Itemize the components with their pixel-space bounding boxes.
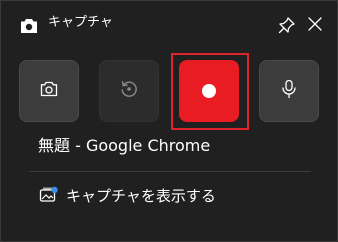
window-title: キャプチャ — [48, 15, 113, 30]
pin-icon[interactable] — [277, 15, 297, 35]
capture-target-window[interactable]: 無題 - Google Chrome — [38, 135, 210, 157]
divider — [29, 171, 311, 172]
title-bar: キャプチャ — [1, 1, 337, 45]
capture-panel: キャプチャ 無題 - Google Chrome キャプチャを表示する — [0, 0, 338, 242]
show-captures-label: キャプチャを表示する — [66, 187, 216, 205]
record-button-highlight — [171, 53, 249, 130]
gallery-icon — [39, 185, 59, 205]
show-captures-link[interactable]: キャプチャを表示する — [29, 179, 311, 213]
camera-icon — [20, 18, 38, 34]
replay-button[interactable] — [99, 60, 159, 122]
take-screenshot-button[interactable] — [19, 60, 79, 122]
microphone-icon — [281, 79, 297, 103]
replay-icon — [119, 79, 139, 103]
microphone-button[interactable] — [259, 60, 319, 122]
camera-icon — [40, 81, 58, 101]
close-icon[interactable] — [306, 15, 324, 33]
